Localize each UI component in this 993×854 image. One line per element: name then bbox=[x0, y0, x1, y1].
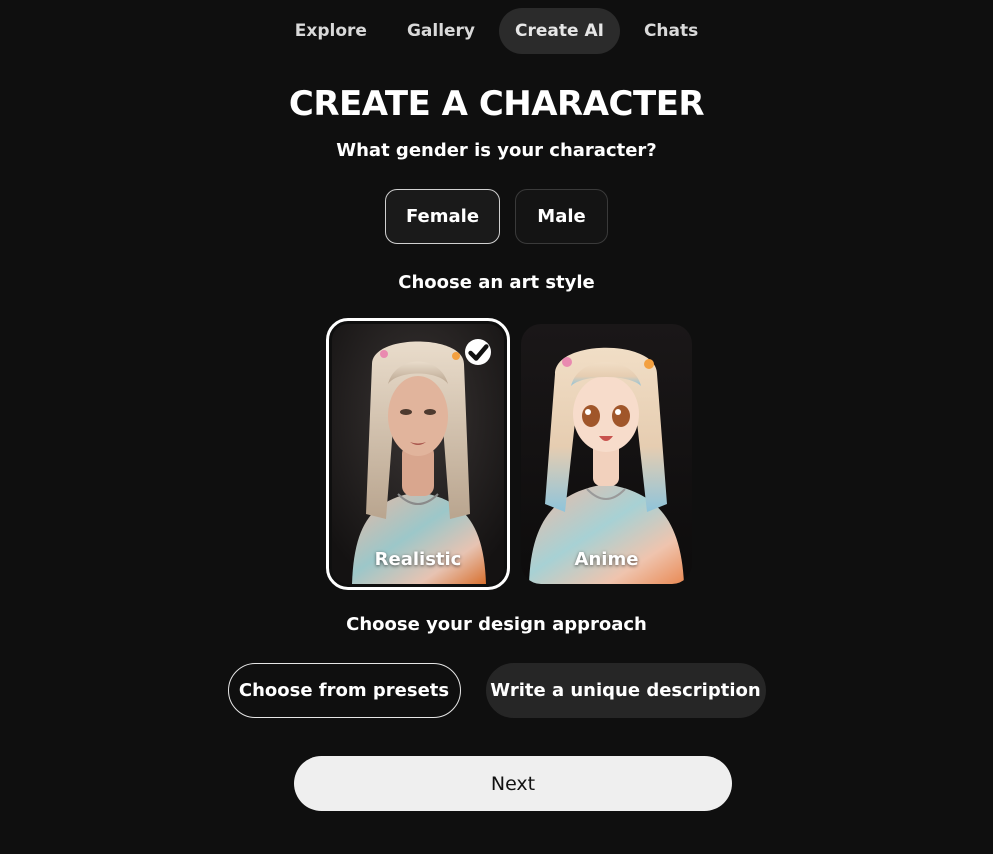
realistic-label: Realistic bbox=[374, 549, 462, 570]
gender-options: Female Male bbox=[0, 189, 993, 244]
anime-label: Anime bbox=[574, 549, 639, 570]
anime-portrait-image: Anime bbox=[521, 324, 692, 584]
realistic-portrait-image: Realistic bbox=[332, 324, 504, 584]
choose-presets-button[interactable]: Choose from presets bbox=[227, 663, 461, 718]
gender-male-button[interactable]: Male bbox=[515, 189, 608, 244]
art-style-options: Realistic Anime bbox=[0, 318, 993, 590]
top-nav: Explore Gallery Create AI Chats bbox=[0, 8, 993, 54]
gender-female-button[interactable]: Female bbox=[385, 189, 500, 244]
design-approach-options: Choose from presets Write a unique descr… bbox=[0, 663, 993, 718]
page-title: CREATE A CHARACTER bbox=[288, 84, 705, 124]
nav-tab-chats[interactable]: Chats bbox=[628, 8, 714, 54]
art-style-question: Choose an art style bbox=[398, 272, 595, 293]
nav-tab-create-ai[interactable]: Create AI bbox=[499, 8, 620, 54]
art-style-realistic-card[interactable]: Realistic bbox=[326, 318, 510, 590]
nav-tab-gallery[interactable]: Gallery bbox=[391, 8, 491, 54]
gender-question: What gender is your character? bbox=[336, 140, 657, 161]
create-character-page: Explore Gallery Create AI Chats CREATE A… bbox=[0, 0, 993, 854]
art-style-anime-card[interactable]: Anime bbox=[521, 324, 692, 584]
design-approach-question: Choose your design approach bbox=[346, 614, 647, 635]
nav-tab-explore[interactable]: Explore bbox=[279, 8, 383, 54]
next-button[interactable]: Next bbox=[294, 756, 732, 811]
write-description-button[interactable]: Write a unique description bbox=[485, 663, 766, 718]
check-icon bbox=[465, 339, 491, 365]
